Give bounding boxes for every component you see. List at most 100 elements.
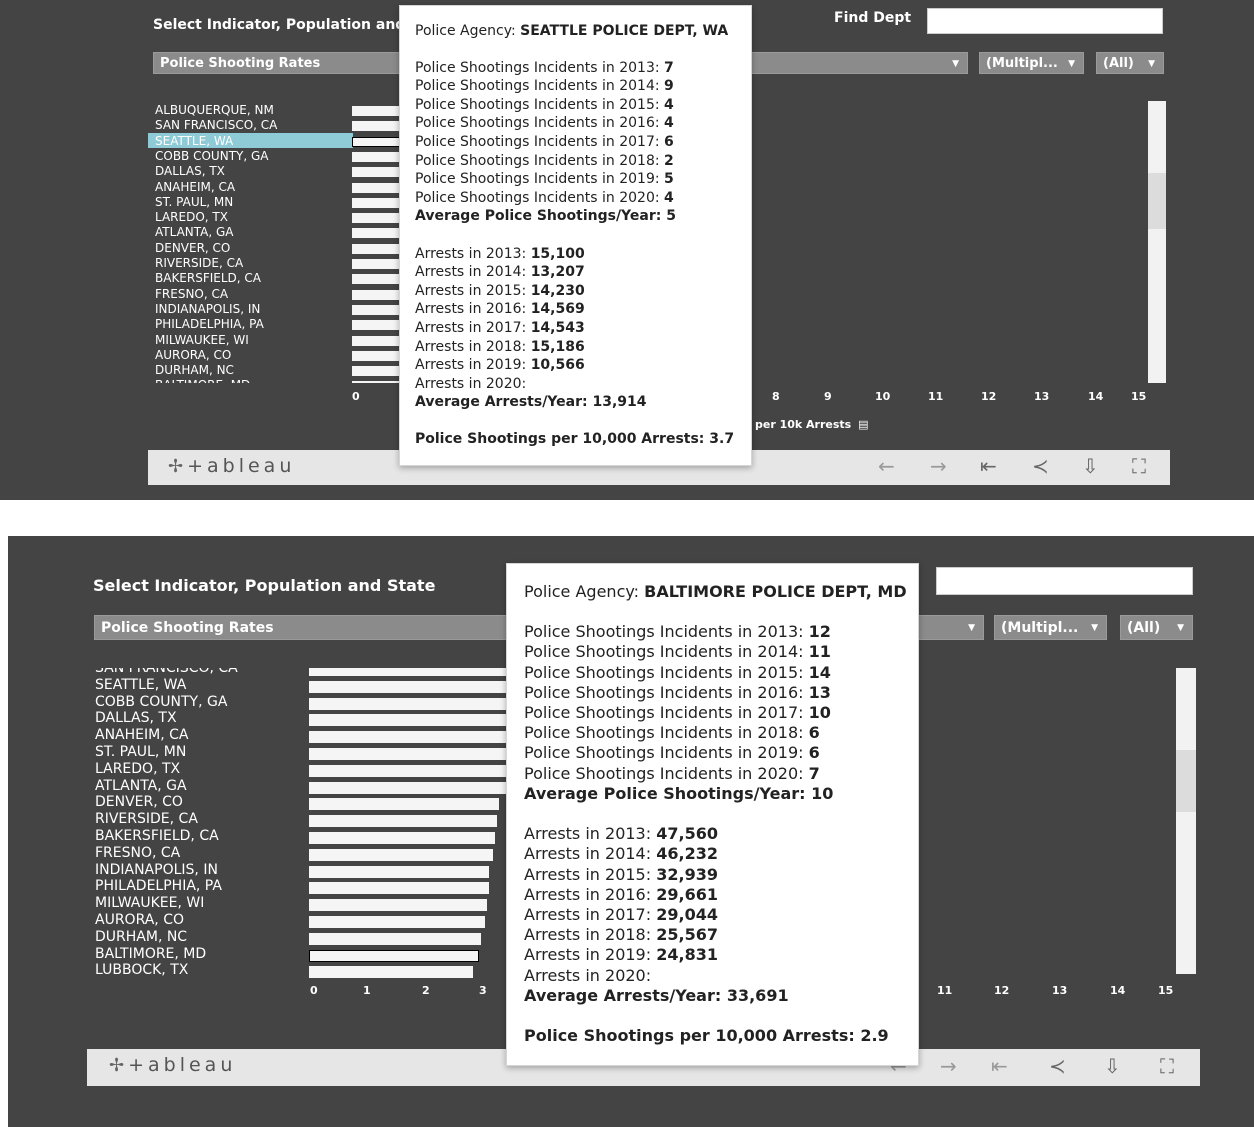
redo-icon[interactable]: → xyxy=(930,454,947,478)
category-label[interactable]: AURORA, CO xyxy=(155,348,231,363)
fullscreen-icon[interactable]: ⛶ xyxy=(1132,454,1146,478)
share-icon[interactable]: ≺ xyxy=(1049,1054,1066,1078)
state-dropdown[interactable]: (All) ▼ xyxy=(1120,615,1193,640)
category-label[interactable]: DALLAS, TX xyxy=(155,164,225,179)
category-label[interactable]: SAN FRANCISCO, CA xyxy=(95,668,238,676)
find-dept-input[interactable] xyxy=(927,8,1163,34)
tooltip-line: Arrests in 2015: 32,939 xyxy=(524,864,718,884)
category-label[interactable]: RIVERSIDE, CA xyxy=(155,256,243,271)
scrollbar-thumb[interactable] xyxy=(1176,750,1196,812)
category-label[interactable]: DALLAS, TX xyxy=(95,711,177,726)
x-axis-tick: 0 xyxy=(352,390,360,403)
bar-mark[interactable] xyxy=(309,848,493,861)
category-label[interactable]: LUBBOCK, TX xyxy=(95,963,188,978)
x-axis-tick: 15 xyxy=(1158,984,1174,997)
state-dropdown[interactable]: (All) ▼ xyxy=(1096,52,1164,74)
category-label[interactable]: RIVERSIDE, CA xyxy=(95,812,198,827)
tooltip-agency: Police Agency: SEATTLE POLICE DEPT, WA xyxy=(415,23,729,39)
tooltip-line: Police Shootings Incidents in 2017: 10 xyxy=(524,703,831,723)
scrollbar-thumb[interactable] xyxy=(1148,173,1166,229)
bar-mark[interactable] xyxy=(309,764,509,777)
fullscreen-icon[interactable]: ⛶ xyxy=(1160,1054,1174,1078)
bar-mark[interactable] xyxy=(309,899,487,912)
download-icon[interactable]: ⇩ xyxy=(1082,454,1099,478)
vertical-scrollbar[interactable] xyxy=(1148,101,1166,383)
bar-mark[interactable] xyxy=(309,748,509,760)
category-label[interactable]: SEATTLE, WA xyxy=(95,677,186,693)
category-label[interactable]: ST. PAUL, MN xyxy=(95,745,186,760)
find-dept-label: Find Dept xyxy=(834,10,912,26)
category-label[interactable]: LAREDO, TX xyxy=(155,210,228,225)
category-label[interactable]: BAKERSFIELD, CA xyxy=(95,829,219,844)
population-dropdown[interactable]: (Multipl... ▼ xyxy=(979,52,1084,74)
category-label[interactable]: MILWAUKEE, WI xyxy=(155,333,249,348)
category-label[interactable]: ANAHEIM, CA xyxy=(95,728,188,743)
tooltip-line: Arrests in 2013: 15,100 xyxy=(415,245,585,262)
revert-icon[interactable]: ⇤ xyxy=(980,454,997,478)
tooltip-line: Police Shootings Incidents in 2016: 13 xyxy=(524,682,831,702)
category-label[interactable]: AURORA, CO xyxy=(95,913,184,928)
category-label[interactable]: ATLANTA, GA xyxy=(155,225,234,240)
category-label[interactable]: FRESNO, CA xyxy=(95,845,180,861)
tableau-logo[interactable]: ✢ +ableau xyxy=(109,1054,236,1076)
bar-mark[interactable] xyxy=(309,932,481,945)
bar-mark[interactable] xyxy=(309,731,509,744)
category-label[interactable]: BALTIMORE, MD xyxy=(155,378,250,383)
bar-mark[interactable] xyxy=(309,916,485,928)
bar-mark[interactable] xyxy=(309,680,509,693)
redo-icon[interactable]: → xyxy=(940,1054,957,1078)
axis-label[interactable]: per 10k Arrests ▤ xyxy=(755,418,868,431)
revert-icon[interactable]: ⇤ xyxy=(991,1054,1008,1078)
category-label[interactable]: COBB COUNTY, GA xyxy=(155,149,268,164)
category-label[interactable]: DENVER, CO xyxy=(155,241,230,256)
sort-icon[interactable]: ▤ xyxy=(858,418,868,431)
category-label[interactable]: DURHAM, NC xyxy=(95,929,187,945)
tooltip-line: Police Shootings Incidents in 2015: 14 xyxy=(524,662,831,682)
category-label[interactable]: MILWAUKEE, WI xyxy=(95,896,204,911)
bar-mark[interactable] xyxy=(309,815,497,828)
category-label[interactable]: PHILADELPHIA, PA xyxy=(155,317,264,332)
category-label[interactable]: PHILADELPHIA, PA xyxy=(95,879,222,894)
vertical-scrollbar[interactable] xyxy=(1176,668,1196,974)
bar-mark[interactable] xyxy=(309,865,489,878)
category-label[interactable]: SAN FRANCISCO, CA xyxy=(155,118,277,133)
category-label[interactable]: COBB COUNTY, GA xyxy=(95,694,227,710)
tooltip-line: Police Shootings Incidents in 2020: 7 xyxy=(524,763,820,783)
tooltip-line: Arrests in 2016: 29,661 xyxy=(524,884,718,904)
tooltip-line: Arrests in 2018: 25,567 xyxy=(524,925,718,945)
tableau-logo[interactable]: ✢ +ableau xyxy=(168,455,295,477)
tooltip-line: Arrests in 2014: 13,207 xyxy=(415,264,585,281)
bar-mark[interactable] xyxy=(309,966,473,978)
bar-mark[interactable] xyxy=(309,697,509,710)
category-label[interactable]: SEATTLE, WA xyxy=(155,134,233,149)
bar-mark[interactable] xyxy=(309,668,509,676)
category-label[interactable]: ALBUQUERQUE, NM xyxy=(155,103,274,118)
population-dropdown[interactable]: (Multipl... ▼ xyxy=(994,615,1107,640)
category-label[interactable]: BAKERSFIELD, CA xyxy=(155,271,261,286)
category-label[interactable]: INDIANAPOLIS, IN xyxy=(155,302,260,317)
bar-mark[interactable] xyxy=(309,798,499,811)
find-dept-input[interactable] xyxy=(936,567,1193,595)
download-icon[interactable]: ⇩ xyxy=(1104,1054,1121,1078)
category-label[interactable]: DURHAM, NC xyxy=(155,363,234,378)
bar-mark[interactable] xyxy=(309,714,509,727)
category-label[interactable]: ANAHEIM, CA xyxy=(155,180,235,195)
share-icon[interactable]: ≺ xyxy=(1032,454,1049,478)
population-dropdown-value: (Multipl... xyxy=(1001,620,1079,636)
category-label[interactable]: FRESNO, CA xyxy=(155,287,228,302)
state-dropdown-value: (All) xyxy=(1127,620,1161,636)
tooltip: Police Agency: SEATTLE POLICE DEPT, WA P… xyxy=(399,5,752,466)
undo-icon[interactable]: ← xyxy=(878,454,895,478)
viz-title: Select Indicator, Population and xyxy=(153,17,406,33)
bar-mark[interactable] xyxy=(309,949,479,962)
tooltip-line: Arrests in 2019: 24,831 xyxy=(524,945,718,965)
category-label[interactable]: DENVER, CO xyxy=(95,795,183,810)
bar-mark[interactable] xyxy=(309,832,495,844)
bar-mark[interactable] xyxy=(309,882,489,895)
category-label[interactable]: ATLANTA, GA xyxy=(95,778,187,794)
bar-mark[interactable] xyxy=(309,781,509,794)
category-label[interactable]: BALTIMORE, MD xyxy=(95,946,206,962)
category-label[interactable]: ST. PAUL, MN xyxy=(155,195,233,210)
category-label[interactable]: LAREDO, TX xyxy=(95,761,180,777)
category-label[interactable]: INDIANAPOLIS, IN xyxy=(95,862,218,878)
